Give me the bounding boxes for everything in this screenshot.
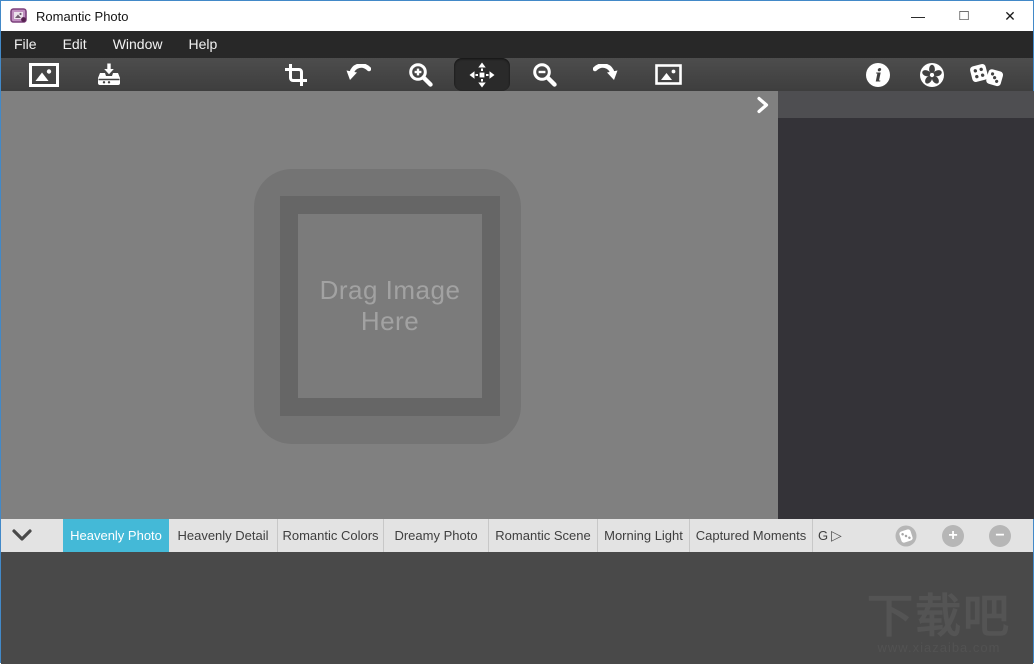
move-icon	[469, 62, 495, 88]
panel-toggle-button[interactable]	[756, 96, 770, 114]
menu-edit[interactable]: Edit	[50, 31, 100, 58]
tab-heavenly-photo[interactable]: Heavenly Photo	[63, 519, 169, 552]
toolbar: i	[1, 58, 1033, 91]
tab-scroll-right-button[interactable]: ▷	[831, 519, 842, 552]
flower-icon	[919, 62, 945, 88]
remove-style-button[interactable]: −	[989, 525, 1011, 547]
svg-text:i: i	[875, 65, 882, 86]
import-image-icon	[96, 62, 122, 87]
style-tabs: Heavenly Photo Heavenly Detail Romantic …	[63, 519, 833, 552]
effects-button[interactable]	[905, 59, 959, 90]
crop-icon	[284, 63, 308, 87]
app-window: Romantic Photo — □ ✕ File Edit Window He…	[0, 0, 1034, 664]
tab-captured-moments[interactable]: Captured Moments	[690, 519, 813, 552]
fit-image-icon	[654, 64, 682, 85]
menu-window[interactable]: Window	[100, 31, 176, 58]
right-panel-header	[778, 91, 1034, 118]
close-button[interactable]: ✕	[987, 1, 1033, 31]
app-logo-icon	[10, 8, 28, 24]
rotate-right-button[interactable]	[579, 59, 633, 90]
drop-zone-label: Drag Image Here	[319, 275, 461, 336]
drop-zone[interactable]: Drag Image Here	[254, 169, 521, 444]
dice-icon	[968, 61, 1004, 89]
tab-heavenly-detail[interactable]: Heavenly Detail	[169, 519, 278, 552]
zoom-out-icon	[532, 62, 557, 87]
rotate-left-button[interactable]	[331, 59, 385, 90]
random-style-button[interactable]	[895, 525, 917, 547]
bottom-panel: 下载吧 www.xiazaiba.com	[1, 552, 1033, 664]
canvas-area: Drag Image Here	[1, 91, 778, 519]
menu-help[interactable]: Help	[175, 31, 230, 58]
open-image-icon	[29, 62, 59, 87]
style-tab-bar: Heavenly Photo Heavenly Detail Romantic …	[1, 519, 1033, 552]
menu-bar: File Edit Window Help	[1, 31, 1033, 58]
zoom-out-button[interactable]	[517, 59, 571, 90]
fit-image-button[interactable]	[641, 59, 695, 90]
minimize-button[interactable]: —	[895, 1, 941, 31]
rotate-left-icon	[345, 63, 371, 86]
zoom-in-button[interactable]	[393, 59, 447, 90]
window-controls: — □ ✕	[895, 1, 1033, 31]
move-button[interactable]	[454, 58, 510, 91]
menu-file[interactable]: File	[1, 31, 50, 58]
maximize-button[interactable]: □	[941, 1, 987, 31]
tab-morning-light[interactable]: Morning Light	[598, 519, 690, 552]
collapse-panel-button[interactable]	[11, 528, 33, 543]
tab-romantic-colors[interactable]: Romantic Colors	[278, 519, 384, 552]
watermark-text: 下载吧	[867, 589, 1011, 642]
drop-zone-frame: Drag Image Here	[280, 196, 500, 416]
title-bar: Romantic Photo — □ ✕	[1, 1, 1033, 31]
watermark: 下载吧 www.xiazaiba.com	[867, 589, 1011, 655]
rotate-right-icon	[593, 63, 619, 86]
open-image-button[interactable]	[17, 59, 71, 90]
window-title: Romantic Photo	[36, 8, 129, 24]
import-image-button[interactable]	[82, 59, 136, 90]
tab-romantic-scene[interactable]: Romantic Scene	[489, 519, 598, 552]
watermark-url: www.xiazaiba.com	[877, 640, 1001, 655]
right-panel	[778, 91, 1034, 519]
info-button[interactable]: i	[851, 59, 905, 90]
tab-clipped[interactable]: G	[813, 519, 833, 552]
crop-button[interactable]	[269, 59, 323, 90]
add-style-button[interactable]: +	[942, 525, 964, 547]
tab-dreamy-photo[interactable]: Dreamy Photo	[384, 519, 489, 552]
zoom-in-icon	[408, 62, 433, 87]
info-icon: i	[865, 62, 891, 88]
randomize-button[interactable]	[959, 59, 1013, 90]
